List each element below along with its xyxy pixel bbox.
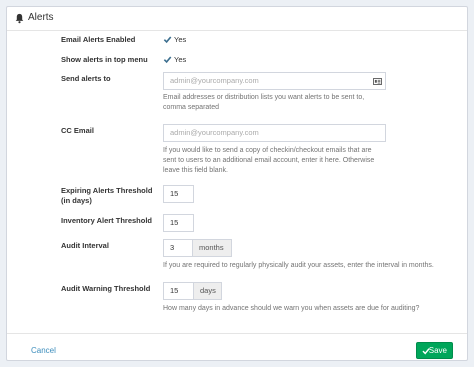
panel-footer: Cancel Save <box>7 333 467 362</box>
expiring-threshold-label-line2: (in days) <box>61 196 92 205</box>
email-alerts-value: Yes <box>174 35 187 44</box>
help-line: If you would like to send a copy of chec… <box>163 147 372 154</box>
help-line: Email addresses or distribution lists yo… <box>163 94 365 101</box>
inventory-threshold-label: Inventory Alert Threshold <box>61 216 152 225</box>
expiring-threshold-input[interactable]: 15 <box>163 185 194 203</box>
panel-title: Alerts <box>28 12 54 23</box>
cc-email-input[interactable]: admin@yourcompany.com <box>163 124 386 142</box>
audit-warning-unit: days <box>193 282 222 300</box>
alerts-panel: Alerts Email Alerts Enabled Yes Show ale… <box>6 6 468 361</box>
expiring-threshold-label-line1: Expiring Alerts Threshold <box>61 186 153 195</box>
email-alerts-label: Email Alerts Enabled <box>61 35 136 44</box>
cancel-link[interactable]: Cancel <box>31 346 56 355</box>
audit-interval-unit: months <box>192 239 232 257</box>
audit-warning-label: Audit Warning Threshold <box>61 284 151 293</box>
show-alerts-menu-label: Show alerts in top menu <box>61 55 148 64</box>
show-alerts-menu-checkbox[interactable] <box>163 55 172 64</box>
help-line: comma separated <box>163 104 220 111</box>
show-alerts-menu-value: Yes <box>174 55 187 64</box>
audit-interval-label: Audit Interval <box>61 241 109 250</box>
cc-email-label: CC Email <box>61 126 94 135</box>
send-alerts-to-label: Send alerts to <box>61 74 111 83</box>
audit-warning-input[interactable]: 15 <box>163 282 194 300</box>
help-line: leave this field blank. <box>163 167 228 174</box>
send-alerts-to-input[interactable]: admin@yourcompany.com <box>163 72 386 90</box>
panel-header: Alerts <box>7 7 467 31</box>
expiring-threshold-label: Expiring Alerts Threshold (in days) <box>61 186 152 206</box>
bell-icon <box>15 13 24 24</box>
checkmark-icon <box>422 348 430 355</box>
cc-email-help: If you would like to send a copy of chec… <box>163 146 374 176</box>
contact-card-icon <box>373 78 382 85</box>
audit-interval-help: If you are required to regularly physica… <box>163 262 434 269</box>
save-button[interactable]: Save <box>416 342 453 359</box>
audit-warning-help: How many days in advance should we warn … <box>163 305 420 312</box>
help-line: sent to users to an additional email acc… <box>163 157 375 164</box>
send-alerts-help: Email addresses or distribution lists yo… <box>163 93 364 113</box>
inventory-threshold-input[interactable]: 15 <box>163 214 194 232</box>
email-alerts-checkbox[interactable] <box>163 35 172 44</box>
audit-interval-input[interactable]: 3 <box>163 239 193 257</box>
save-button-label: Save <box>428 346 447 355</box>
